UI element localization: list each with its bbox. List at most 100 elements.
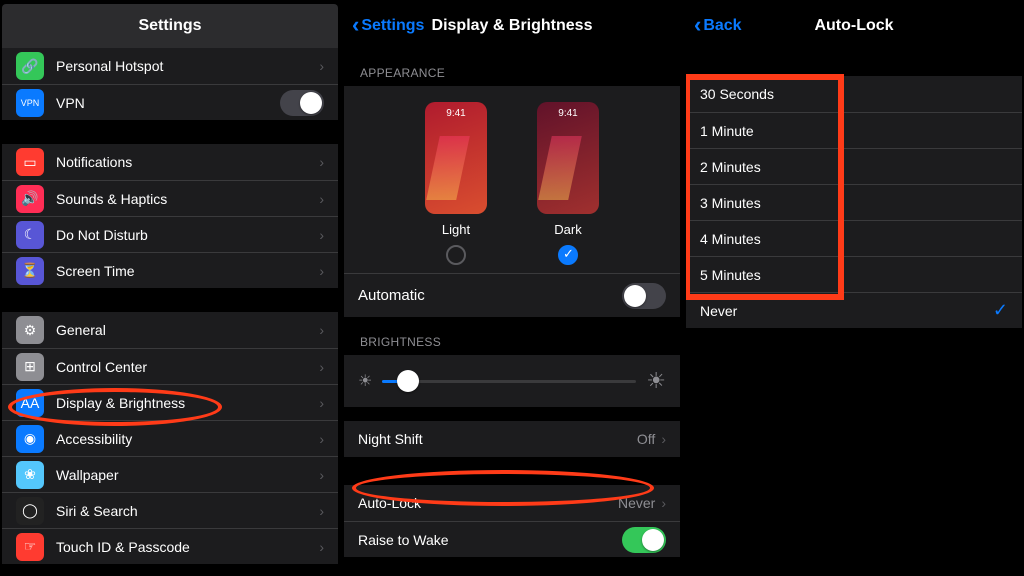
chevron-right-icon: › [319,263,324,279]
row-sounds-haptics[interactable]: 🔊 Sounds & Haptics› [2,180,338,216]
option-label: 4 Minutes [700,231,1008,247]
row-night-shift[interactable]: Night Shift Off › [344,421,680,457]
row-notifications[interactable]: ▭Notifications› [2,144,338,180]
night-shift-value: Off [637,431,655,447]
pane-display-brightness: ‹ Settings Display & Brightness Appearan… [344,4,680,572]
sun-small-icon: ☀︎ [358,371,372,391]
chevron-right-icon: › [319,191,324,207]
option-label: Never [700,303,993,319]
option-label: 30 Seconds [700,86,1008,102]
personal-hotspot-icon: 🔗 [16,52,44,80]
row-screen-time[interactable]: ⏳ Screen Time› [2,252,338,288]
chevron-right-icon: › [319,154,324,170]
row-label: Personal Hotspot [56,58,319,74]
row-display-brightness[interactable]: AADisplay & Brightness› [2,384,338,420]
row-do-not-disturb[interactable]: ☾ Do Not Disturb› [2,216,338,252]
touch-id-passcode-icon: ☞ [16,533,44,561]
light-radio[interactable] [446,245,466,265]
option-label: 3 Minutes [700,195,1008,211]
row-automatic[interactable]: Automatic [344,273,680,317]
option-label: 1 Minute [700,123,1008,139]
row-label: General [56,322,319,338]
dark-radio[interactable] [558,245,578,265]
row-label: Do Not Disturb [56,227,319,243]
row-label: Sounds & Haptics [56,191,319,207]
row-personal-hotspot[interactable]: 🔗 Personal Hotspot› [2,48,338,84]
option-4-minutes[interactable]: 4 Minutes [686,220,1022,256]
chevron-right-icon: › [319,431,324,447]
row-siri-search[interactable]: ◯ Siri & Search› [2,492,338,528]
sounds-haptics-icon: 🔊 [16,185,44,213]
appearance-dark[interactable]: 9:41 Dark [537,102,599,265]
option-label: 2 Minutes [700,159,1008,175]
row-wallpaper[interactable]: ❀Wallpaper› [2,456,338,492]
option-3-minutes[interactable]: 3 Minutes [686,184,1022,220]
chevron-right-icon: › [319,467,324,483]
row-general[interactable]: ⚙General› [2,312,338,348]
row-accessibility[interactable]: ◉ Accessibility› [2,420,338,456]
night-shift-label: Night Shift [358,431,637,447]
section-brightness: Brightness [344,317,680,355]
header-auto-lock: ‹ Back Auto-Lock [686,4,1022,48]
header-settings: Settings [2,4,338,48]
row-label: Wallpaper [56,467,319,483]
brightness-slider[interactable] [382,380,636,383]
raise-label: Raise to Wake [358,532,622,548]
pane-auto-lock: ‹ Back Auto-Lock 30 Seconds 1 Minute 2 Min… [686,4,1022,572]
row-label: Control Center [56,359,319,375]
option-5-minutes[interactable]: 5 Minutes [686,256,1022,292]
row-control-center[interactable]: ⊞ Control Center› [2,348,338,384]
header-display: ‹ Settings Display & Brightness [344,4,680,48]
chevron-left-icon: ‹ [694,12,701,38]
row-raise-to-wake[interactable]: Raise to Wake [344,521,680,557]
page-title: Settings [138,17,201,35]
row-label: Screen Time [56,263,319,279]
chevron-right-icon: › [319,539,324,555]
appearance-light[interactable]: 9:41 Light [425,102,487,265]
row-label: Siri & Search [56,503,319,519]
row-vpn[interactable]: VPNVPN [2,84,338,120]
brightness-slider-row: ☀︎ ☀︎ [344,355,680,407]
auto-lock-label: Auto-Lock [358,495,618,511]
automatic-toggle[interactable] [622,283,666,309]
row-touch-id-passcode[interactable]: ☞ Touch ID & Passcode› [2,528,338,564]
option-2-minutes[interactable]: 2 Minutes [686,148,1022,184]
chevron-right-icon: › [319,359,324,375]
control-center-icon: ⊞ [16,353,44,381]
screen-time-icon: ⏳ [16,257,44,285]
back-button[interactable]: ‹ Back [694,4,742,48]
chevron-right-icon: › [319,58,324,74]
back-label: Back [703,17,741,35]
vpn-toggle[interactable] [280,90,324,116]
sun-large-icon: ☀︎ [646,368,666,394]
raise-toggle[interactable] [622,527,666,553]
option-1-minute[interactable]: 1 Minute [686,112,1022,148]
dark-thumb: 9:41 [537,102,599,214]
option-never[interactable]: Never✓ [686,292,1022,328]
chevron-right-icon: › [319,227,324,243]
page-title: Display & Brightness [432,17,593,35]
automatic-label: Automatic [358,287,425,304]
accessibility-icon: ◉ [16,425,44,453]
appearance-picker: 9:41 Light 9:41 Dark [344,86,680,273]
notifications-icon: ▭ [16,148,44,176]
siri-search-icon: ◯ [16,497,44,525]
back-button[interactable]: ‹ Settings [352,4,424,48]
pane-settings: Settings 🔗Personal Hotspot›VPNVPN ▭Notif… [2,4,338,572]
row-label: Display & Brightness [56,395,319,411]
option-30-seconds[interactable]: 30 Seconds [686,76,1022,112]
chevron-right-icon: › [661,495,666,511]
row-auto-lock[interactable]: Auto-Lock Never › [344,485,680,521]
do-not-disturb-icon: ☾ [16,221,44,249]
back-label: Settings [361,17,424,35]
page-title: Auto-Lock [814,17,893,35]
light-label: Light [442,222,470,237]
light-thumb: 9:41 [425,102,487,214]
checkmark-icon: ✓ [993,300,1008,321]
row-label: Accessibility [56,431,319,447]
auto-lock-value: Never [618,495,655,511]
section-appearance: Appearance [344,48,680,86]
row-label: Touch ID & Passcode [56,539,319,555]
display-brightness-icon: AA [16,389,44,417]
chevron-right-icon: › [319,503,324,519]
